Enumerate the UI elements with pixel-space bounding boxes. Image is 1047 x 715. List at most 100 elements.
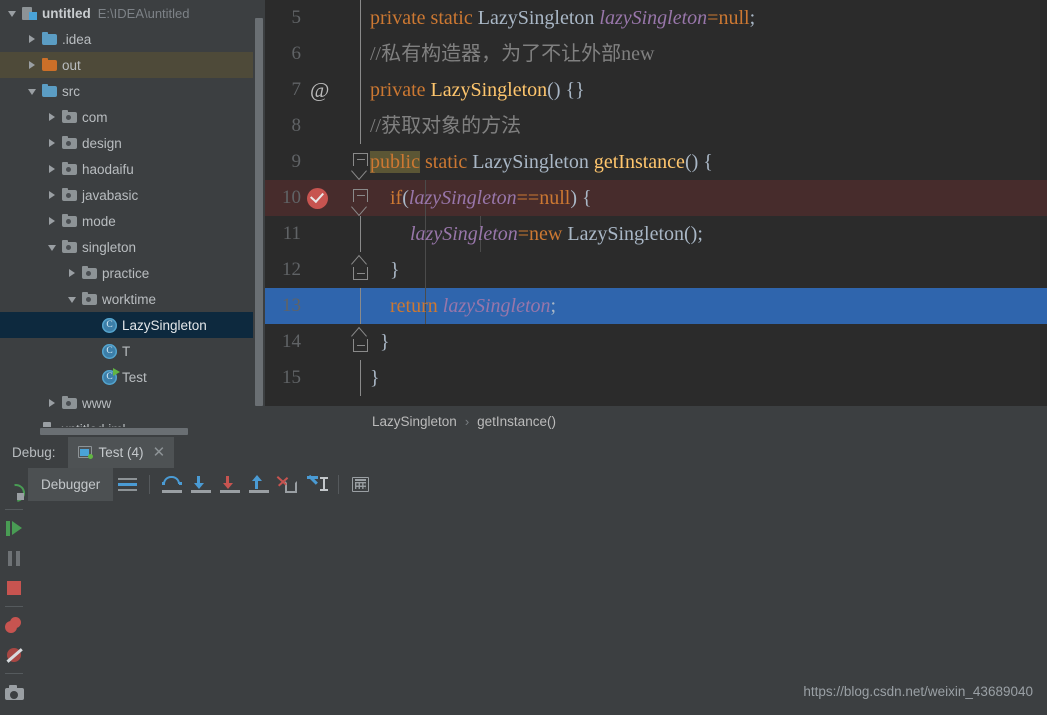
- fold-region-line: [360, 216, 361, 252]
- chevron-down-icon[interactable]: [6, 7, 19, 20]
- tree-item-label: untitled: [42, 5, 91, 21]
- chevron-right-icon[interactable]: [46, 111, 59, 124]
- debug-actions-sidebar[interactable]: [0, 468, 29, 715]
- code-token: static: [420, 151, 473, 173]
- breakpoints-icon: [5, 617, 23, 633]
- code-line[interactable]: 13 return lazySingleton;: [265, 288, 1047, 324]
- code-line[interactable]: 7 @ private LazySingleton() {}: [265, 72, 1047, 108]
- tree-item-test[interactable]: C Test: [0, 364, 265, 390]
- tree-item-lazysingleton[interactable]: C LazySingleton: [0, 312, 265, 338]
- pause-program-button[interactable]: [0, 543, 28, 573]
- project-tree-horizontal-scrollbar[interactable]: [0, 427, 253, 436]
- step-out-button[interactable]: [244, 470, 273, 499]
- chevron-down-icon[interactable]: [66, 293, 79, 306]
- breakpoint-icon[interactable]: [307, 188, 328, 209]
- line-number: 5: [291, 7, 302, 28]
- code-fold-start-icon[interactable]: [351, 189, 368, 216]
- project-tool-window[interactable]: untitled E:\IDEA\untitled .idea out src com de…: [0, 0, 265, 436]
- settings-camera-button[interactable]: [0, 677, 28, 707]
- chevron-right-icon[interactable]: [46, 163, 59, 176]
- mute-breakpoints-button[interactable]: [0, 640, 28, 670]
- resume-program-button[interactable]: [0, 513, 28, 543]
- tree-item-singleton[interactable]: singleton: [0, 234, 265, 260]
- code-editor[interactable]: 5 private static LazySingleton lazySingle…: [265, 0, 1047, 406]
- code-token: =: [707, 7, 719, 29]
- chevron-right-icon[interactable]: [66, 267, 79, 280]
- chevron-right-icon[interactable]: [26, 33, 39, 46]
- code-token: public: [370, 151, 420, 173]
- tree-item-haodaifu[interactable]: haodaifu: [0, 156, 265, 182]
- tree-item-idea[interactable]: .idea: [0, 26, 265, 52]
- step-over-button[interactable]: [157, 470, 186, 499]
- tree-item-worktime[interactable]: worktime: [0, 286, 265, 312]
- fold-region-line: [360, 360, 361, 396]
- tree-item-out[interactable]: out: [0, 52, 265, 78]
- chevron-right-icon[interactable]: [46, 215, 59, 228]
- chevron-down-icon[interactable]: [46, 241, 59, 254]
- tree-item-label: worktime: [102, 291, 157, 307]
- annotation-marker-icon[interactable]: @: [310, 78, 329, 103]
- breadcrumb-class[interactable]: LazySingleton: [372, 414, 457, 429]
- tree-item-com[interactable]: com: [0, 104, 265, 130]
- force-step-into-button[interactable]: [215, 470, 244, 499]
- close-icon[interactable]: ✕: [153, 445, 166, 460]
- drop-frame-button[interactable]: [273, 470, 302, 499]
- chevron-right-icon[interactable]: [46, 137, 59, 150]
- scrollbar-thumb[interactable]: [40, 428, 188, 435]
- code-fold-end-icon[interactable]: [351, 326, 368, 352]
- run-configuration-tab[interactable]: Test (4) ✕: [67, 436, 174, 468]
- project-tree-list[interactable]: untitled E:\IDEA\untitled .idea out src com de…: [0, 0, 265, 436]
- code-line[interactable]: 14 }: [265, 324, 1047, 360]
- breadcrumb-method[interactable]: getInstance(): [477, 414, 556, 429]
- code-line[interactable]: 12 }: [265, 252, 1047, 288]
- fold-region-line: [360, 36, 361, 72]
- tree-item-t[interactable]: CT: [0, 338, 265, 364]
- code-text: //获取对象的方法: [370, 108, 521, 144]
- tab-debugger[interactable]: Debugger: [28, 468, 114, 501]
- chevron-down-icon[interactable]: [26, 85, 39, 98]
- tab-bar-filler: [173, 436, 1047, 468]
- code-line[interactable]: 5 private static LazySingleton lazySingle…: [265, 0, 1047, 36]
- chevron-right-icon[interactable]: [26, 59, 39, 72]
- code-line[interactable]: 11 lazySingleton=new LazySingleton();: [265, 216, 1047, 252]
- code-line[interactable]: 15}: [265, 360, 1047, 396]
- chevron-right-icon[interactable]: [46, 189, 59, 202]
- tree-item-label: singleton: [82, 239, 137, 255]
- code-line[interactable]: 10 if(lazySingleton==null) {: [265, 180, 1047, 216]
- rerun-button[interactable]: [0, 476, 29, 506]
- code-token: new: [529, 223, 568, 245]
- line-number: 8: [291, 115, 302, 136]
- code-line[interactable]: 8 //获取对象的方法: [265, 108, 1047, 144]
- show-execution-point-button[interactable]: [113, 470, 142, 499]
- chevron-right-icon[interactable]: [46, 397, 59, 410]
- tree-item-design[interactable]: design: [0, 130, 265, 156]
- tree-item-javabasic[interactable]: javabasic: [0, 182, 265, 208]
- stop-button[interactable]: [0, 573, 28, 603]
- run-to-cursor-button[interactable]: [302, 470, 331, 499]
- step-into-button[interactable]: [186, 470, 215, 499]
- code-fold-start-icon[interactable]: [351, 153, 368, 180]
- tree-item-mode[interactable]: mode: [0, 208, 265, 234]
- view-breakpoints-button[interactable]: [0, 610, 28, 640]
- tree-item-src[interactable]: src: [0, 78, 265, 104]
- code-line[interactable]: 6 //私有构造器，为了不让外部new: [265, 36, 1047, 72]
- tree-item-root[interactable]: untitled E:\IDEA\untitled: [0, 0, 265, 26]
- module-icon: [22, 6, 37, 20]
- scrollbar-thumb[interactable]: [255, 18, 263, 406]
- divider: [5, 673, 23, 674]
- fold-region-line: [360, 72, 361, 108]
- tree-item-label: practice: [102, 265, 150, 281]
- line-number: 14: [282, 331, 301, 352]
- tree-item-practice[interactable]: practice: [0, 260, 265, 286]
- code-token: }: [370, 331, 390, 353]
- tree-item-label: design: [82, 135, 122, 151]
- tree-item-www[interactable]: www: [0, 390, 265, 416]
- class-icon: C: [102, 343, 117, 359]
- project-tree-vertical-scrollbar[interactable]: [253, 0, 265, 436]
- code-token: LazySingleton: [477, 7, 600, 29]
- code-fold-end-icon[interactable]: [351, 254, 368, 280]
- class-runnable-icon: C: [102, 367, 120, 385]
- code-line[interactable]: 9 public static LazySingleton getInstance…: [265, 144, 1047, 180]
- code-token: ;: [749, 7, 756, 29]
- evaluate-expression-button[interactable]: [346, 470, 375, 499]
